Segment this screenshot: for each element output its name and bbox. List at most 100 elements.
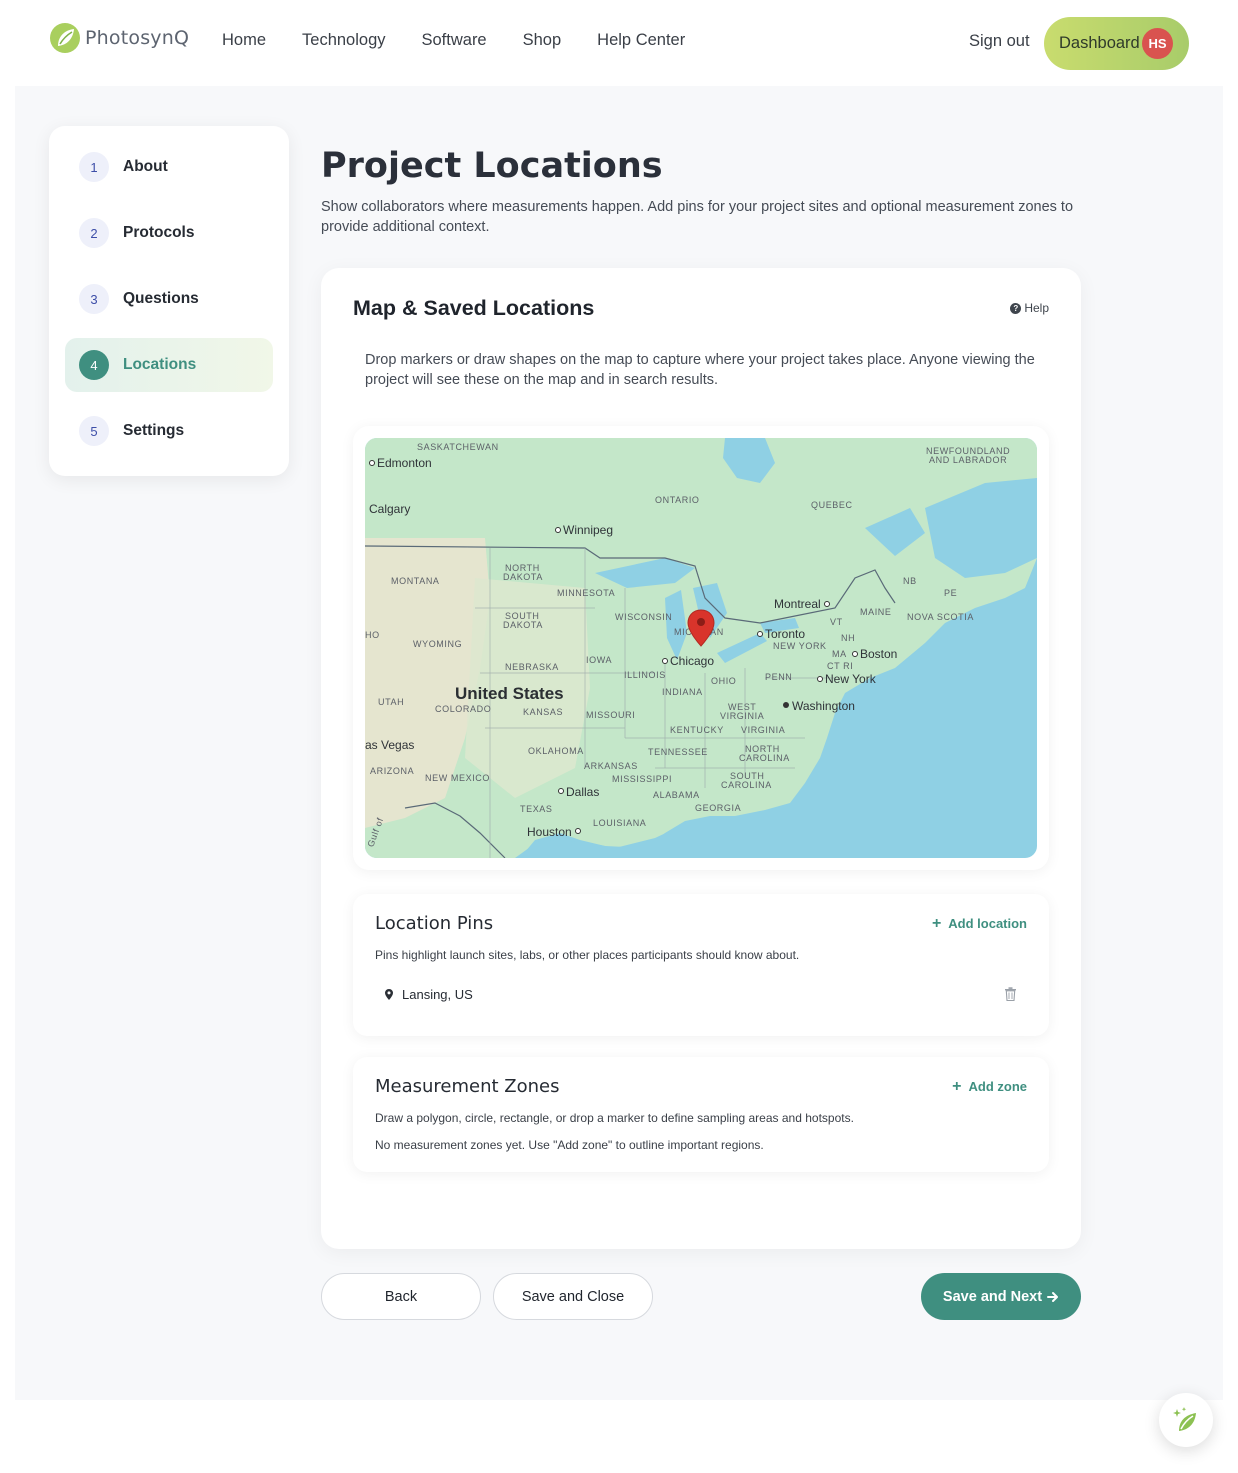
- save-and-next-button[interactable]: Save and Next: [921, 1273, 1081, 1320]
- step-label: Protocols: [123, 224, 195, 241]
- map-pin-icon: [385, 989, 393, 1000]
- measurement-zones-title: Measurement Zones: [375, 1076, 560, 1097]
- back-button[interactable]: Back: [321, 1273, 481, 1320]
- add-zone-label: Add zone: [968, 1079, 1028, 1094]
- map-region-label: ARKANSAS: [584, 761, 638, 771]
- step-locations[interactable]: 4 Locations: [65, 338, 273, 392]
- map-city-label: Winnipeg: [563, 523, 613, 537]
- map-region-label: MAINE: [860, 607, 892, 617]
- map-region-label: OHIO: [711, 676, 736, 686]
- map-region-label: VIRGINIA: [720, 711, 764, 721]
- wizard-stepper: 1 About 2 Protocols 3 Questions 4 Locati…: [49, 126, 289, 476]
- map-region-label: WISCONSIN: [615, 612, 672, 622]
- map-region-label: KENTUCKY: [670, 725, 724, 735]
- map-city-label: Edmonton: [377, 456, 432, 470]
- plus-icon: +: [952, 1078, 962, 1095]
- logo-leaf-icon: [50, 23, 80, 53]
- map-canvas[interactable]: SASKATCHEWAN NEWFOUNDLAND AND LABRADOR O…: [365, 438, 1037, 858]
- location-map[interactable]: SASKATCHEWAN NEWFOUNDLAND AND LABRADOR O…: [365, 438, 1037, 858]
- map-region-label: DAKOTA: [503, 620, 543, 630]
- nav-shop[interactable]: Shop: [523, 31, 562, 50]
- map-city-label: Houston: [527, 825, 572, 839]
- step-label: Settings: [123, 422, 185, 439]
- map-region-label: CT RI: [827, 661, 853, 671]
- measurement-zones-empty: No measurement zones yet. Use "Add zone"…: [375, 1138, 764, 1152]
- map-region-label: LOUISIANA: [593, 818, 646, 828]
- dashboard-label: Dashboard: [1059, 34, 1140, 52]
- map-region-label: NEW MEXICO: [425, 773, 490, 783]
- map-region-label: MA: [832, 649, 847, 659]
- nav-help-center[interactable]: Help Center: [597, 31, 685, 50]
- nav-software[interactable]: Software: [422, 31, 487, 50]
- map-region-label: NOVA SCOTIA: [907, 612, 974, 622]
- map-region-label: VT: [830, 617, 843, 627]
- assistant-button[interactable]: [1159, 1393, 1213, 1447]
- add-location-label: Add location: [948, 916, 1027, 931]
- map-region-label: NB: [903, 576, 917, 586]
- save-and-next-label: Save and Next: [942, 1288, 1043, 1305]
- trash-icon[interactable]: [1004, 987, 1017, 1001]
- main-nav: Home Technology Software Shop Help Cente…: [222, 31, 685, 50]
- map-region-label: PENN: [765, 672, 792, 682]
- avatar: HS: [1142, 28, 1173, 59]
- step-settings[interactable]: 5 Settings: [65, 404, 273, 458]
- save-and-close-button[interactable]: Save and Close: [493, 1273, 653, 1320]
- map-region-label: NH: [841, 633, 855, 643]
- step-questions[interactable]: 3 Questions: [65, 272, 273, 326]
- map-region-label: WYOMING: [413, 639, 462, 649]
- step-label: Questions: [123, 290, 199, 307]
- map-region-label: MINNESOTA: [557, 588, 615, 598]
- map-region-label: DAKOTA: [503, 572, 543, 582]
- page-description: Show collaborators where measurements ha…: [321, 199, 1074, 235]
- step-protocols[interactable]: 2 Protocols: [65, 206, 273, 260]
- map-region-label: MONTANA: [391, 576, 440, 586]
- map-city-label: Dallas: [566, 785, 599, 799]
- map-region-label: ARIZONA: [370, 766, 414, 776]
- dashboard-button[interactable]: Dashboard HS: [1044, 17, 1189, 70]
- add-location-button[interactable]: + Add location: [932, 916, 1027, 932]
- step-number: 1: [79, 152, 109, 182]
- map-card-title: Map & Saved Locations: [353, 296, 595, 320]
- step-label: About: [123, 158, 168, 175]
- map-city-label: New York: [825, 672, 877, 686]
- step-number: 2: [79, 218, 109, 248]
- map-city-label: Toronto: [765, 627, 805, 641]
- map-region-label: VIRGINIA: [741, 725, 785, 735]
- map-city-label: Calgary: [369, 502, 410, 516]
- add-zone-button[interactable]: + Add zone: [952, 1078, 1028, 1095]
- map-region-label: MISSOURI: [586, 710, 635, 720]
- map-city-label: Washington: [792, 699, 855, 713]
- page-title: Project Locations: [321, 146, 663, 186]
- step-about[interactable]: 1 About: [65, 140, 273, 194]
- map-region-label: UTAH: [378, 697, 404, 707]
- map-region-label: CAROLINA: [721, 780, 772, 790]
- nav-technology[interactable]: Technology: [302, 31, 385, 50]
- nav-home[interactable]: Home: [222, 31, 266, 50]
- brand-logo[interactable]: PhotosynQ: [49, 22, 189, 54]
- top-header: PhotosynQ Home Technology Software Shop …: [0, 0, 1238, 86]
- location-pins-section: Location Pins + Add location Pins highli…: [353, 894, 1049, 1036]
- brand-name: PhotosynQ: [85, 27, 190, 49]
- location-pins-description: Pins highlight launch sites, labs, or ot…: [375, 948, 800, 962]
- step-number: 3: [79, 284, 109, 314]
- location-pin-item[interactable]: Lansing, US: [385, 987, 473, 1002]
- map-region-label: OKLAHOMA: [528, 746, 584, 756]
- measurement-zones-section: Measurement Zones + Add zone Draw a poly…: [353, 1057, 1049, 1172]
- map-region-label: ONTARIO: [655, 495, 700, 505]
- map-region-label: CAROLINA: [739, 753, 790, 763]
- map-region-label: NEBRASKA: [505, 662, 559, 672]
- map-city-label: Montreal: [774, 597, 821, 611]
- map-region-label: MISSISSIPPI: [612, 774, 672, 784]
- help-link[interactable]: ? Help: [1010, 301, 1049, 315]
- map-container: SASKATCHEWAN NEWFOUNDLAND AND LABRADOR O…: [353, 426, 1049, 870]
- map-region-label: IOWA: [586, 655, 612, 665]
- assistant-leaf-icon: [1173, 1407, 1196, 1431]
- map-country-label: United States: [455, 684, 564, 703]
- help-label: Help: [1024, 301, 1049, 315]
- locations-card: Map & Saved Locations ? Help Drop marker…: [321, 268, 1081, 1249]
- map-region-label: HO: [365, 630, 380, 640]
- sign-out-link[interactable]: Sign out: [969, 32, 1030, 51]
- map-region-label: SASKATCHEWAN: [417, 442, 499, 452]
- location-pin-label: Lansing, US: [402, 987, 473, 1002]
- map-region-label: COLORADO: [435, 704, 491, 714]
